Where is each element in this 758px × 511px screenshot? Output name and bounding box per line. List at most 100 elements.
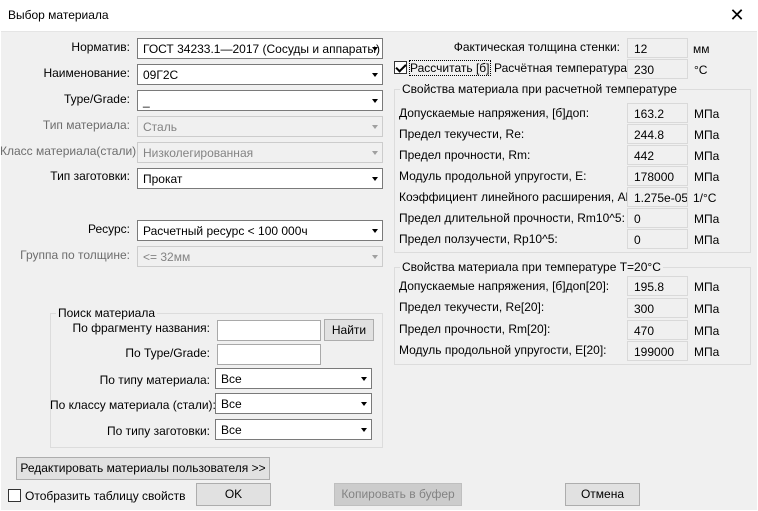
- calc-row-value: 0: [627, 229, 688, 249]
- material-type-label: Тип материала:: [42, 118, 130, 132]
- material-class-select: Низколегированная: [137, 142, 383, 163]
- search-by-material-type-value: Все: [221, 372, 242, 386]
- calc-row-label: Коэффициент линейного расширения, Alpha:: [399, 190, 652, 204]
- design-temperature-label: Расчётная температура:: [494, 61, 631, 75]
- type-grade-select[interactable]: _: [137, 90, 383, 111]
- material-type-value: Сталь: [143, 120, 177, 134]
- name-label: Наименование:: [43, 66, 130, 80]
- show-table-checkbox-label: Отобразить таблицу свойств: [25, 489, 186, 503]
- actual-thickness-unit: мм: [693, 42, 710, 56]
- t20-row-value: 300: [627, 298, 688, 318]
- chevron-down-icon: [372, 229, 378, 233]
- calc-row-label: Предел текучести, Re:: [399, 127, 525, 141]
- calc-properties-group-title: Свойства материала при расчетной темпера…: [400, 82, 679, 96]
- actual-thickness-value: 12: [627, 38, 688, 58]
- copy-to-clipboard-button: Копировать в буфер: [334, 483, 462, 506]
- calc-row-unit: МПа: [694, 212, 720, 226]
- design-temperature-value: 230: [627, 59, 688, 79]
- normativ-select[interactable]: ГОСТ 34233.1—2017 (Сосуды и аппараты): [137, 38, 383, 59]
- t20-row-label: Допускаемые напряжения, [б]доп[20]:: [399, 279, 610, 293]
- actual-thickness-label: Фактическая толщина стенки:: [453, 40, 620, 54]
- calc-row-label: Модуль продольной упругости, E:: [399, 169, 587, 183]
- calc-row-label: Допускаемые напряжения, [б]доп:: [399, 106, 590, 120]
- search-by-material-class-label: По классу материала (стали):: [50, 398, 216, 412]
- chevron-down-icon: [372, 125, 378, 129]
- show-table-checkbox[interactable]: [8, 489, 21, 502]
- name-select[interactable]: 09Г2С: [137, 64, 383, 85]
- t20-row-value: 195.8: [627, 276, 688, 296]
- title-bar: [0, 0, 758, 31]
- search-by-material-type-label: По типу материала:: [99, 373, 210, 387]
- t20-row-unit: МПа: [694, 324, 720, 338]
- blank-type-value: Прокат: [143, 172, 183, 186]
- chevron-down-icon: [372, 255, 378, 259]
- t20-row-value: 470: [627, 320, 688, 340]
- chevron-down-icon: [372, 151, 378, 155]
- chevron-down-icon: [361, 428, 367, 432]
- t20-row-unit: МПа: [694, 302, 720, 316]
- normativ-label: Норматив:: [71, 40, 130, 54]
- t20-row-label: Предел прочности, Rm[20]:: [399, 322, 551, 336]
- blank-type-label: Тип заготовки:: [50, 169, 130, 183]
- calc-row-label: Предел длительной прочности, Rm10^5:: [399, 211, 625, 225]
- chevron-down-icon: [372, 99, 378, 103]
- calc-row-unit: МПа: [694, 233, 720, 247]
- calc-row-unit: МПа: [694, 128, 720, 142]
- search-by-name-input[interactable]: [217, 320, 321, 341]
- calc-row-unit: МПа: [694, 170, 720, 184]
- type-grade-value: _: [143, 94, 150, 108]
- resource-value: Расчетный ресурс < 100 000ч: [143, 224, 308, 238]
- t20-row-label: Предел текучести, Re[20]:: [399, 300, 545, 314]
- t20-row-label: Модуль продольной упругости, E[20]:: [399, 343, 607, 357]
- search-by-blank-type-label: По типу заготовки:: [106, 424, 210, 438]
- calc-row-unit: МПа: [694, 149, 720, 163]
- calc-row-value: 163.2: [627, 103, 688, 123]
- search-by-blank-type-select[interactable]: Все: [215, 419, 372, 440]
- chevron-down-icon: [361, 402, 367, 406]
- search-by-material-class-select[interactable]: Все: [215, 393, 372, 414]
- thickness-group-value: <= 32мм: [143, 250, 191, 264]
- chevron-down-icon: [372, 73, 378, 77]
- calc-row-label: Предел прочности, Rm:: [399, 148, 531, 162]
- calc-checkbox-label[interactable]: Рассчитать [б]: [409, 60, 491, 76]
- t20-row-unit: МПа: [694, 280, 720, 294]
- calc-row-value: 178000: [627, 166, 688, 186]
- search-by-material-class-value: Все: [221, 397, 242, 411]
- calc-checkbox[interactable]: [394, 61, 407, 74]
- calc-row-value: 1.275e-05: [627, 187, 688, 207]
- cancel-button[interactable]: Отмена: [565, 483, 640, 506]
- t20-row-unit: МПа: [694, 345, 720, 359]
- search-by-name-label: По фрагменту названия:: [72, 321, 211, 335]
- ok-button[interactable]: OK: [196, 483, 271, 506]
- calc-row-value: 0: [627, 208, 688, 228]
- type-grade-label: Type/Grade:: [63, 92, 130, 106]
- calc-row-value: 244.8: [627, 124, 688, 144]
- blank-type-select[interactable]: Прокат: [137, 168, 383, 189]
- thickness-group-label: Группа по толщине:: [20, 248, 130, 262]
- name-value: 09Г2С: [143, 68, 179, 82]
- chevron-down-icon: [372, 47, 378, 51]
- close-icon[interactable]: ✕: [726, 4, 748, 26]
- resource-label: Ресурс:: [87, 222, 130, 236]
- edit-user-materials-button[interactable]: Редактировать материалы пользователя >>: [16, 457, 270, 480]
- calc-row-unit: МПа: [694, 107, 720, 121]
- chevron-down-icon: [372, 177, 378, 181]
- calc-row-unit: 1/°C: [693, 191, 717, 205]
- find-button[interactable]: Найти: [324, 319, 374, 341]
- search-by-type-grade-label: По Type/Grade:: [125, 346, 210, 360]
- calc-row-value: 442: [627, 145, 688, 165]
- resource-select[interactable]: Расчетный ресурс < 100 000ч: [137, 220, 383, 241]
- material-class-label: Класс материала(стали):: [0, 144, 140, 158]
- chevron-down-icon: [361, 377, 367, 381]
- material-class-value: Низколегированная: [143, 146, 254, 160]
- material-type-select: Сталь: [137, 116, 383, 137]
- t20-row-value: 199000: [627, 341, 688, 361]
- search-by-type-grade-input[interactable]: [217, 344, 321, 365]
- search-by-material-type-select[interactable]: Все: [215, 368, 372, 389]
- window-title: Выбор материала: [8, 8, 109, 22]
- normativ-value: ГОСТ 34233.1—2017 (Сосуды и аппараты): [143, 42, 380, 56]
- search-by-blank-type-value: Все: [221, 423, 242, 437]
- search-group-title: Поиск материала: [56, 306, 158, 320]
- design-temperature-unit: °C: [694, 63, 708, 77]
- t20-properties-group-title: Свойства материала при температуре T=20°…: [400, 260, 663, 274]
